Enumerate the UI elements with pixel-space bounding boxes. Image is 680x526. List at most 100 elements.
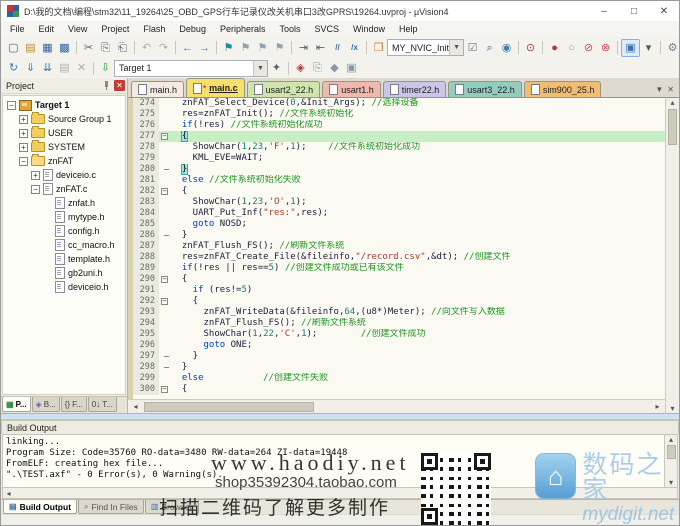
prev-bookmark-icon[interactable]: ⚑ — [254, 40, 271, 56]
fold-collapse-icon[interactable]: − — [161, 386, 168, 393]
tree-item-target-1[interactable]: −Target 1 — [3, 98, 125, 112]
sidebar-tab-p[interactable]: ▦P... — [2, 397, 31, 412]
dock-tab-build-output[interactable]: ▤Build Output — [3, 500, 77, 514]
menu-window[interactable]: Window — [346, 21, 392, 37]
menu-tools[interactable]: Tools — [272, 21, 307, 37]
flash-erase-icon[interactable]: ◆ — [326, 60, 343, 76]
uncomment-selection-icon[interactable]: /x — [346, 40, 363, 56]
expander-icon[interactable]: − — [7, 101, 16, 110]
fold-margin[interactable]: − — [159, 384, 171, 395]
paste-icon[interactable]: ⎗ — [114, 40, 131, 56]
close-button[interactable]: ✕ — [649, 1, 679, 21]
expander-icon[interactable]: + — [31, 171, 40, 180]
tree-item-znfat[interactable]: −znFAT — [3, 154, 125, 168]
dock-tab-find-in-files[interactable]: ⌕Find In Files — [78, 500, 144, 514]
line-number[interactable]: 289 — [133, 263, 159, 274]
minimize-button[interactable]: – — [589, 1, 619, 21]
kill-all-breakpoints-icon[interactable]: ⊗ — [597, 40, 614, 56]
menu-view[interactable]: View — [61, 21, 94, 37]
line-number[interactable]: 285 — [133, 219, 159, 230]
fold-margin[interactable]: − — [159, 186, 171, 197]
new-file-icon[interactable]: ▢ — [5, 40, 22, 56]
undo-icon[interactable]: ↶ — [138, 40, 155, 56]
build-output-text[interactable]: linking... Program Size: Code=35760 RO-d… — [2, 434, 665, 488]
sidebar-tab-f[interactable]: {}F... — [61, 397, 87, 412]
menu-edit[interactable]: Edit — [32, 21, 62, 37]
cut-icon[interactable]: ✂ — [80, 40, 97, 56]
line-number[interactable]: 291 — [133, 285, 159, 296]
clear-all-bookmarks-icon[interactable]: ⚑ — [271, 40, 288, 56]
expander-icon[interactable]: + — [19, 115, 28, 124]
editor-tab-usart1-h[interactable]: usart1.h — [322, 81, 381, 97]
menu-svcs[interactable]: SVCS — [308, 21, 347, 37]
line-number[interactable]: 294 — [133, 318, 159, 329]
line-number[interactable]: 298 — [133, 362, 159, 373]
build-icon[interactable]: ⇓ — [22, 60, 39, 76]
scroll-right-icon[interactable]: ▸ — [652, 402, 663, 411]
line-number[interactable]: 282 — [133, 186, 159, 197]
editor-vertical-scrollbar[interactable]: ▴ ▾ — [665, 98, 679, 413]
pack-installer-icon[interactable]: ▣ — [343, 60, 360, 76]
tree-item-template-h[interactable]: template.h — [3, 252, 125, 266]
insert-bookmark-icon[interactable]: ⚑ — [220, 40, 237, 56]
tree-item-deviceio-h[interactable]: deviceio.h — [3, 280, 125, 294]
line-number[interactable]: 290 — [133, 274, 159, 285]
sidebar-tab-b[interactable]: ◈B... — [32, 397, 60, 412]
hscroll-thumb[interactable] — [144, 402, 314, 412]
expander-icon[interactable]: + — [19, 143, 28, 152]
scroll-down-icon[interactable]: ▾ — [667, 404, 678, 413]
manage-components-icon[interactable]: ⎘ — [309, 60, 326, 76]
panel-splitter[interactable] — [1, 413, 679, 420]
tree-item-znfat-h[interactable]: znfat.h — [3, 196, 125, 210]
tree-item-cc-macro-h[interactable]: cc_macro.h — [3, 238, 125, 252]
menu-project[interactable]: Project — [94, 21, 136, 37]
line-number[interactable]: 276 — [133, 120, 159, 131]
line-number[interactable]: 299 — [133, 373, 159, 384]
menu-flash[interactable]: Flash — [136, 21, 172, 37]
toggle-breakpoint-icon[interactable]: ● — [546, 40, 563, 56]
project-close-icon[interactable]: ✕ — [114, 80, 125, 91]
line-number[interactable]: 297 — [133, 351, 159, 362]
maximize-button[interactable]: □ — [619, 1, 649, 21]
tree-item-mytype-h[interactable]: mytype.h — [3, 210, 125, 224]
scroll-up-icon[interactable]: ▴ — [667, 98, 678, 107]
scroll-up-icon[interactable]: ▴ — [666, 435, 677, 444]
fold-collapse-icon[interactable]: − — [161, 188, 168, 195]
line-number[interactable]: 278 — [133, 142, 159, 153]
line-number[interactable]: 293 — [133, 307, 159, 318]
batch-build-icon[interactable]: ▤ — [56, 60, 73, 76]
browse-symbols-icon[interactable]: ◉ — [498, 40, 515, 56]
line-number[interactable]: 284 — [133, 208, 159, 219]
save-icon[interactable]: ▦ — [39, 40, 56, 56]
line-number[interactable]: 274 — [133, 98, 159, 109]
options-for-target-icon[interactable]: ✦ — [268, 60, 285, 76]
fold-collapse-icon[interactable]: − — [161, 298, 168, 305]
navigate-back-icon[interactable]: ← — [179, 40, 196, 56]
editor-tab-sim900_25-h[interactable]: sim900_25.h — [524, 81, 602, 97]
translate-icon[interactable]: ↻ — [5, 60, 22, 76]
chevron-down-icon[interactable]: ▼ — [449, 40, 463, 55]
editor-tab-main-h[interactable]: main.h — [131, 81, 184, 97]
line-number[interactable]: 283 — [133, 197, 159, 208]
hscroll-track[interactable] — [141, 402, 652, 412]
fold-margin[interactable]: − — [159, 131, 171, 142]
download-load-icon[interactable]: ⇩ — [97, 60, 114, 76]
fold-margin[interactable]: − — [159, 296, 171, 307]
fold-collapse-icon[interactable]: − — [161, 133, 168, 140]
open-book-icon[interactable]: ❒ — [370, 40, 387, 56]
function-combo[interactable]: MY_NVIC_Init ▼ — [387, 39, 464, 56]
chevron-down-icon[interactable]: ▼ — [253, 61, 267, 76]
expander-icon[interactable]: − — [19, 157, 28, 166]
expander-icon[interactable]: − — [31, 185, 40, 194]
stop-build-icon[interactable]: ✕ — [73, 60, 90, 76]
next-bookmark-icon[interactable]: ⚑ — [237, 40, 254, 56]
scroll-left-icon[interactable]: ◂ — [130, 402, 141, 411]
tree-item-system[interactable]: +SYSTEM — [3, 140, 125, 154]
rebuild-all-icon[interactable]: ⇊ — [39, 60, 56, 76]
tab-list-dropdown-icon[interactable]: ▼ — [655, 85, 663, 94]
disable-all-breakpoints-icon[interactable]: ⊘ — [580, 40, 597, 56]
line-number[interactable]: 275 — [133, 109, 159, 120]
dock-tab-browser[interactable]: ▥Browser — [145, 500, 199, 514]
verify-icon[interactable]: ☑ — [464, 40, 481, 56]
code-view[interactable]: 274 znFAT_Select_Device(0,&Init_Args); /… — [128, 98, 665, 399]
